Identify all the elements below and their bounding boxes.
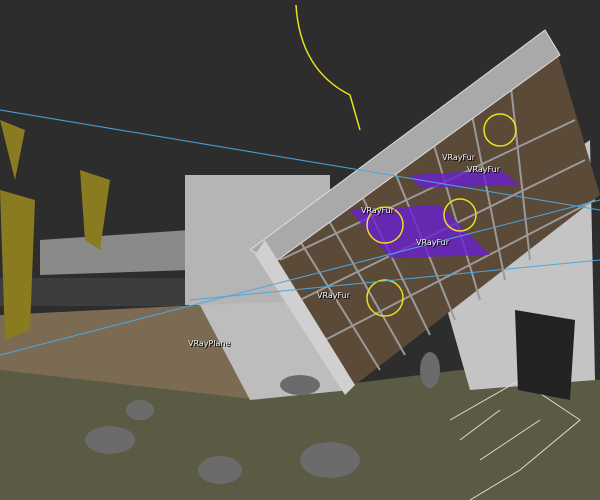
3d-viewport[interactable]: VRayFur VRayFur VRayFur VRayFur VRayFur …	[0, 0, 600, 500]
vrayfur-label: VRayFur	[317, 291, 351, 300]
doorway	[515, 310, 575, 400]
vrayfur-label: VRayFur	[442, 153, 476, 162]
scene-render	[0, 4, 600, 500]
vrayplane-label: VRayPlane	[188, 339, 231, 348]
vrayfur-label: VRayFur	[361, 206, 395, 215]
trees	[0, 120, 110, 340]
vrayfur-label: VRayFur	[467, 165, 501, 174]
vrayfur-label: VRayFur	[416, 238, 450, 247]
back-wall	[40, 230, 190, 275]
